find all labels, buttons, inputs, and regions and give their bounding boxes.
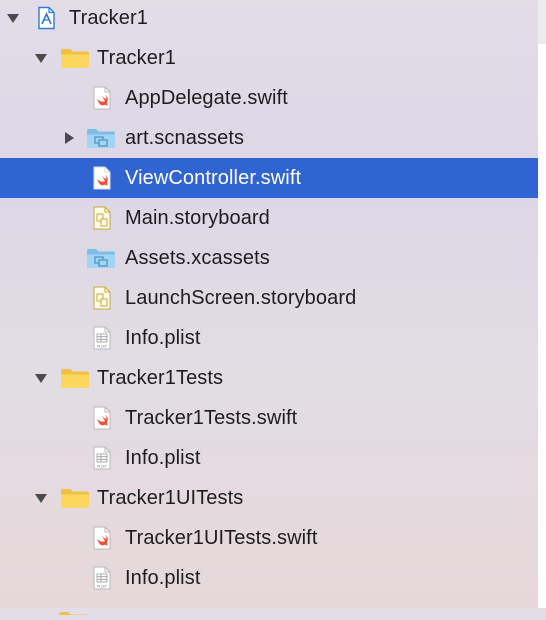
disclosure-open-icon[interactable] bbox=[34, 51, 48, 65]
disclosure-open-icon[interactable] bbox=[34, 491, 48, 505]
editor-edge bbox=[538, 0, 546, 608]
tree-row-label: Main.storyboard bbox=[125, 207, 270, 229]
tree-row-folder-tracker1uitests[interactable]: Tracker1UITests bbox=[0, 478, 538, 518]
tree-row-label: Tracker1UITests.swift bbox=[125, 527, 318, 549]
tree-row-label: Info.plist bbox=[125, 567, 201, 589]
swift-file-icon bbox=[90, 166, 114, 190]
tree-row-label: AppDelegate.swift bbox=[125, 87, 288, 109]
tree-row-label: Tracker1Tests bbox=[97, 367, 224, 389]
tree-row-label: Info.plist bbox=[125, 327, 201, 349]
plist-file-icon: PLIST bbox=[90, 566, 114, 590]
plist-file-icon: PLIST bbox=[90, 446, 114, 470]
project-navigator: Tracker1 Tracker1 AppDelegate.swift art.… bbox=[0, 0, 538, 615]
disclosure-closed-icon[interactable] bbox=[62, 131, 76, 145]
swift-file-icon bbox=[90, 526, 114, 550]
tree-row-label: LaunchScreen.storyboard bbox=[125, 287, 357, 309]
disclosure-open-icon[interactable] bbox=[6, 11, 20, 25]
tree-row-label: Tracker1 bbox=[97, 47, 176, 69]
tree-row-label: art.scnassets bbox=[125, 127, 245, 149]
tree-row-file-info-plist[interactable]: PLIST Info.plist bbox=[0, 558, 538, 598]
tree-row-folder-assets-xcassets[interactable]: Assets.xcassets bbox=[0, 238, 538, 278]
tree-row-file-main-storyboard[interactable]: Main.storyboard bbox=[0, 198, 538, 238]
svg-text:PLIST: PLIST bbox=[97, 345, 108, 349]
tree-row-label: Info.plist bbox=[125, 447, 201, 469]
folder-icon bbox=[60, 366, 90, 390]
svg-text:PLIST: PLIST bbox=[97, 465, 108, 469]
tree-row-label: Tracker1UITests bbox=[97, 487, 244, 509]
tree-row-label: Tracker1Tests.swift bbox=[125, 407, 298, 429]
xcode-project-icon bbox=[34, 6, 58, 30]
folder-icon bbox=[60, 46, 90, 70]
storyboard-file-icon bbox=[90, 286, 114, 310]
asset-folder-icon bbox=[86, 126, 116, 150]
tree-row-label: ViewController.swift bbox=[125, 167, 302, 189]
folder-icon bbox=[58, 602, 88, 615]
editor-edge-top bbox=[538, 0, 546, 44]
tree-row-folder-tracker1tests[interactable]: Tracker1Tests bbox=[0, 358, 538, 398]
svg-text:PLIST: PLIST bbox=[97, 585, 108, 589]
tree-row-folder-tracker1[interactable]: Tracker1 bbox=[0, 38, 538, 78]
storyboard-file-icon bbox=[90, 206, 114, 230]
folder-icon bbox=[60, 486, 90, 510]
swift-file-icon bbox=[90, 406, 114, 430]
tree-row-file-tracker1uitests-swift[interactable]: Tracker1UITests.swift bbox=[0, 518, 538, 558]
disclosure-open-icon[interactable] bbox=[34, 371, 48, 385]
tree-row-label: Tracker1 bbox=[69, 7, 148, 29]
tree-row-file-viewcontroller-selected[interactable]: ViewController.swift bbox=[0, 158, 538, 198]
tree-row-file-launchscreen-storyboard[interactable]: LaunchScreen.storyboard bbox=[0, 278, 538, 318]
tree-row-file-info-plist[interactable]: PLIST Info.plist bbox=[0, 438, 538, 478]
tree-row-folder-art-scnassets[interactable]: art.scnassets bbox=[0, 118, 538, 158]
swift-file-icon bbox=[90, 86, 114, 110]
tree-row-file-appdelegate[interactable]: AppDelegate.swift bbox=[0, 78, 538, 118]
tree-row-file-info-plist[interactable]: PLIST Info.plist bbox=[0, 318, 538, 358]
tree-row-label: Assets.xcassets bbox=[125, 247, 270, 269]
tree-row-project-tracker1[interactable]: Tracker1 bbox=[0, 0, 538, 38]
plist-file-icon: PLIST bbox=[90, 326, 114, 350]
asset-folder-icon bbox=[86, 246, 116, 270]
tree-row-file-tracker1tests-swift[interactable]: Tracker1Tests.swift bbox=[0, 398, 538, 438]
